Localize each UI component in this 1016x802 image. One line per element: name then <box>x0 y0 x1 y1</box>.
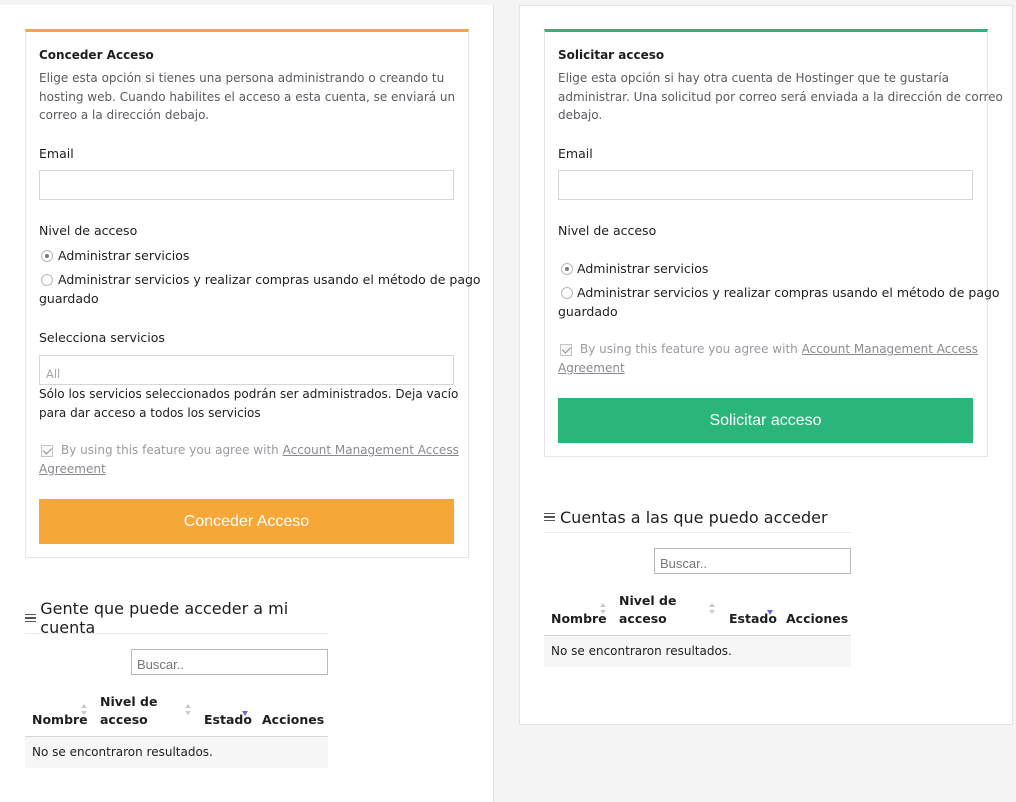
sort-asc-icon[interactable] <box>709 603 715 607</box>
grant-option1-radio[interactable] <box>41 250 53 262</box>
grant-email-label: Email <box>39 146 74 161</box>
services-placeholder: All <box>46 367 61 381</box>
request-agreement-link-cont[interactable]: Agreement <box>558 361 625 375</box>
sort-desc-icon[interactable] <box>81 711 87 715</box>
grant-option2-label-cont: guardado <box>39 291 99 306</box>
grant-agree-text: By using this feature you agree with Acc… <box>39 443 459 476</box>
accounts-empty-row: No se encontraron resultados. <box>544 636 851 667</box>
accounts-search-input[interactable] <box>654 548 851 574</box>
sort-desc-active-icon[interactable] <box>767 610 773 615</box>
grant-description: Elige esta opción si tienes una persona … <box>39 71 456 122</box>
sort-asc-icon[interactable] <box>600 603 606 607</box>
people-section-heading: Gente que puede acceder a mi cuenta <box>25 599 328 637</box>
grant-title: Conceder Acceso <box>39 48 154 62</box>
grant-agreement-link-cont[interactable]: Agreement <box>39 462 106 476</box>
people-col-acciones: Acciones <box>262 712 325 727</box>
people-empty-row: No se encontraron resultados. <box>25 737 328 768</box>
accounts-col-nivel[interactable]: Nivel de acceso <box>619 592 676 628</box>
accounts-col-acciones: Acciones <box>786 611 849 626</box>
people-col-nombre[interactable]: Nombre <box>32 711 88 729</box>
list-icon <box>544 512 555 522</box>
grant-services-select[interactable]: All <box>39 355 454 385</box>
grant-email-input[interactable] <box>39 170 454 200</box>
grant-option2-radio[interactable] <box>41 274 53 286</box>
request-option1-radio[interactable] <box>561 263 573 275</box>
sort-asc-icon[interactable] <box>81 704 87 708</box>
sort-asc-icon[interactable] <box>185 704 191 708</box>
request-email-label: Email <box>558 146 593 161</box>
request-description: Elige esta opción si hay otra cuenta de … <box>558 71 1003 122</box>
grant-option1-label: Administrar servicios <box>58 248 190 263</box>
sort-desc-icon[interactable] <box>709 610 715 614</box>
request-option2-radio[interactable] <box>561 287 573 299</box>
accounts-section-heading: Cuentas a las que puedo acceder <box>544 502 851 533</box>
list-icon <box>25 613 36 623</box>
sort-desc-active-icon[interactable] <box>242 711 248 716</box>
sort-desc-icon[interactable] <box>185 711 191 715</box>
people-col-nivel[interactable]: Nivel de acceso <box>100 693 157 729</box>
request-agree-text: By using this feature you agree with Acc… <box>558 342 978 375</box>
request-title: Solicitar acceso <box>558 48 665 62</box>
request-email-input[interactable] <box>558 170 973 200</box>
grant-agreement-link[interactable]: Account Management Access <box>283 443 459 457</box>
request-access-level-label: Nivel de acceso <box>558 223 657 238</box>
sort-desc-icon[interactable] <box>600 610 606 614</box>
request-option1-label: Administrar servicios <box>577 261 709 276</box>
grant-access-level-label: Nivel de acceso <box>39 223 138 238</box>
grant-option2-label: Administrar servicios y realizar compras… <box>58 272 481 287</box>
grant-services-help: Sólo los servicios seleccionados podrán … <box>39 387 459 420</box>
accounts-col-nombre[interactable]: Nombre <box>551 610 607 628</box>
people-search-input[interactable] <box>131 649 328 675</box>
grant-access-button[interactable]: Conceder Acceso <box>39 499 454 544</box>
request-agreement-link[interactable]: Account Management Access <box>802 342 978 356</box>
request-option2-label: Administrar servicios y realizar compras… <box>577 285 1000 300</box>
request-option2-label-cont: guardado <box>558 304 618 319</box>
grant-services-label: Selecciona servicios <box>39 330 165 345</box>
request-access-button[interactable]: Solicitar acceso <box>558 398 973 443</box>
